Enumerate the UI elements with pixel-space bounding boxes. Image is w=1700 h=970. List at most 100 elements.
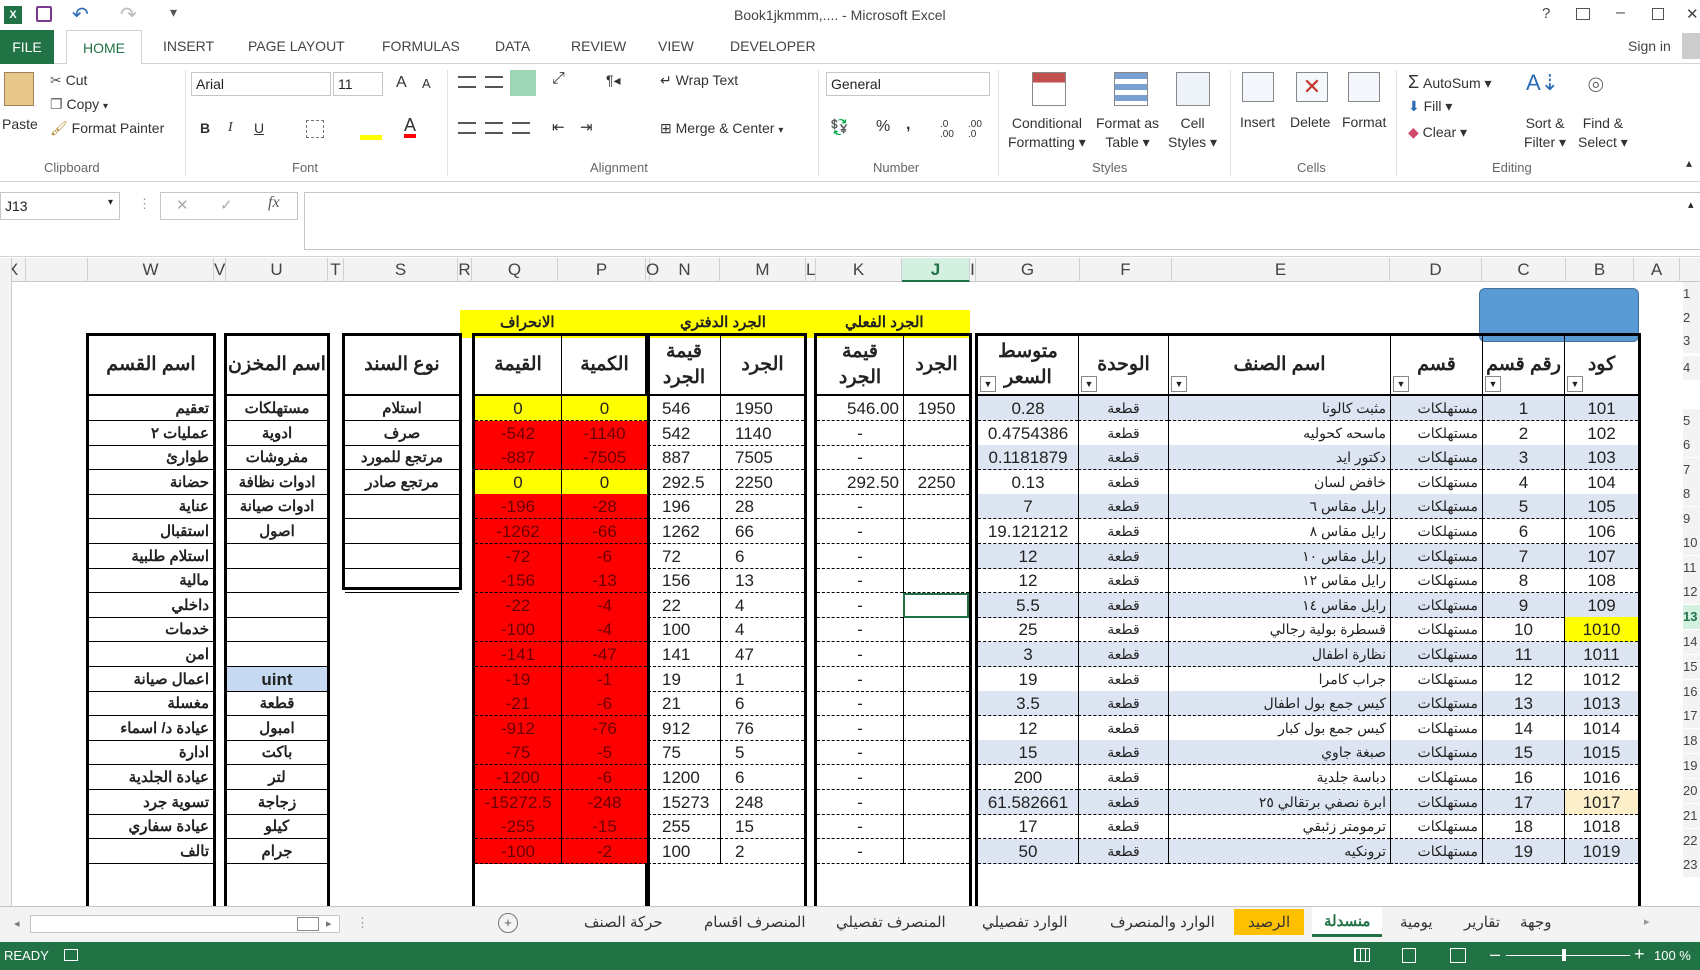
book-table-cell[interactable]: 28 <box>720 494 804 520</box>
file-tab[interactable]: FILE <box>0 30 54 64</box>
paste-icon[interactable] <box>4 72 34 106</box>
deviation-table-cell[interactable]: -5 <box>561 740 647 766</box>
deviation-table-cell[interactable]: -1 <box>561 666 647 692</box>
cell-styles-icon[interactable] <box>1176 72 1210 106</box>
book-table-cell[interactable]: 912 <box>648 716 720 741</box>
items-table-cell[interactable]: مستهلكات <box>1390 666 1482 692</box>
tab-data[interactable]: DATA <box>495 38 530 54</box>
items-table-cell[interactable]: 1018 <box>1564 814 1638 840</box>
book-table-cell[interactable]: 6 <box>720 765 804 790</box>
zoom-out-icon[interactable]: – <box>1490 944 1500 965</box>
col-header-f[interactable]: F <box>1080 258 1172 282</box>
redo-icon[interactable]: ↷ <box>120 2 137 27</box>
department-cell[interactable]: حضانة <box>89 470 213 495</box>
deviation-table-cell[interactable]: -2 <box>561 838 647 864</box>
deviation-table-cell[interactable]: -6 <box>561 765 647 790</box>
items-table-cell[interactable]: 106 <box>1564 519 1638 544</box>
items-table-cell[interactable]: قطعة <box>1078 642 1168 667</box>
col-header-s[interactable]: S <box>344 258 458 282</box>
items-table-cell[interactable]: ابرة نصفي برتقالي ٢٥ <box>1168 789 1390 815</box>
items-table-cell[interactable]: 107 <box>1564 543 1638 569</box>
department-cell[interactable]: عناية <box>89 494 213 520</box>
items-table-cell[interactable]: صبغة جاوي <box>1168 740 1390 766</box>
conditional-formatting-icon[interactable] <box>1032 72 1066 106</box>
items-table-cell[interactable]: مستهلكات <box>1390 420 1482 446</box>
items-table-cell[interactable]: 3.5 <box>978 691 1078 717</box>
items-table-cell[interactable]: ترمومتر زئبقي <box>1168 814 1390 840</box>
items-table-cell[interactable]: 7 <box>978 494 1078 520</box>
accounting-format-icon[interactable]: 💱 <box>830 118 849 136</box>
page-break-view-icon[interactable] <box>1450 948 1466 963</box>
book-table-cell[interactable]: 887 <box>648 445 720 471</box>
actual-table-cell[interactable]: - <box>817 790 903 815</box>
formula-input[interactable] <box>304 192 1700 250</box>
book-table-cell[interactable]: 100 <box>648 617 720 643</box>
col-header-u[interactable]: U <box>226 258 328 282</box>
book-table-cell[interactable]: 47 <box>720 642 804 667</box>
items-table-cell[interactable]: مستهلكات <box>1390 445 1482 471</box>
left-edge-scroll[interactable] <box>0 258 12 906</box>
deviation-table-cell[interactable]: -887 <box>475 445 561 471</box>
items-table-cell[interactable]: مستهلكات <box>1390 789 1482 815</box>
book-table-cell[interactable]: 292.5 <box>648 470 720 495</box>
col-header-t[interactable]: T <box>328 258 344 282</box>
sheet-tab[interactable]: تقارير <box>1464 913 1500 931</box>
expand-formula-icon[interactable]: ▴ <box>1688 198 1694 211</box>
row-header[interactable]: 15 <box>1683 655 1700 679</box>
row-header[interactable]: 16 <box>1683 680 1700 704</box>
items-table-cell[interactable]: جراب كامرا <box>1168 666 1390 692</box>
book-table-cell[interactable]: 546 <box>648 396 720 421</box>
items-table-cell[interactable]: 12 <box>978 543 1078 569</box>
increase-indent-icon[interactable]: ⇥ <box>580 118 593 136</box>
deviation-table-cell[interactable]: -28 <box>561 494 647 520</box>
deviation-table-cell[interactable]: -196 <box>475 494 561 520</box>
copy-button[interactable]: ❐ Copy ▾ <box>50 96 108 113</box>
department-cell[interactable]: خدمات <box>89 617 213 643</box>
align-left-icon[interactable] <box>458 122 476 134</box>
items-table-cell[interactable]: خافض لسان <box>1168 469 1390 495</box>
items-table-cell[interactable]: 19.121212 <box>978 519 1078 544</box>
book-table-cell[interactable]: 21 <box>648 691 720 717</box>
department-cell[interactable]: امن <box>89 642 213 667</box>
items-table-cell[interactable]: 1011 <box>1564 642 1638 667</box>
items-table-cell[interactable]: 5.5 <box>978 592 1078 618</box>
items-table-cell[interactable]: قطعة <box>1078 568 1168 594</box>
find-select-button[interactable]: Find & Select ▾ <box>1578 114 1628 152</box>
row-header[interactable]: 14 <box>1683 630 1700 654</box>
department-cell[interactable]: مغسلة <box>89 691 213 717</box>
tab-formulas[interactable]: FORMULAS <box>382 38 460 54</box>
col-header-e[interactable]: E <box>1172 258 1390 282</box>
sheet-tab[interactable]: الوارد تفصيلي <box>982 913 1068 931</box>
align-bottom-icon[interactable] <box>510 70 536 96</box>
actual-table-cell[interactable] <box>903 420 969 446</box>
insert-function-icon[interactable]: fx <box>268 194 280 212</box>
items-table-cell[interactable]: 50 <box>978 838 1078 864</box>
scroll-right-icon[interactable]: ▸ <box>326 917 332 930</box>
items-table-cell[interactable]: قطعة <box>1078 814 1168 840</box>
items-table-cell[interactable]: 25 <box>978 617 1078 643</box>
store-cell[interactable]: ادوات نظافة <box>227 470 327 495</box>
col-header-q[interactable]: Q <box>472 258 558 282</box>
items-table-cell[interactable]: قسطرة بولية رجالي <box>1168 617 1390 643</box>
items-table-cell[interactable]: كيس جمع بول كبار <box>1168 715 1390 741</box>
items-table-cell[interactable]: مستهلكات <box>1390 519 1482 544</box>
book-table-cell[interactable]: 72 <box>648 544 720 569</box>
deviation-table-cell[interactable]: 0 <box>475 396 561 421</box>
format-cells-icon[interactable] <box>1348 72 1380 102</box>
close-button[interactable]: ✕ <box>1686 5 1699 23</box>
book-table-cell[interactable]: 248 <box>720 789 804 815</box>
actual-table-cell[interactable] <box>903 691 969 717</box>
items-table-cell[interactable]: 61.582661 <box>978 789 1078 815</box>
deviation-table-cell[interactable]: -4 <box>561 592 647 618</box>
row-header[interactable]: 9 <box>1683 507 1700 531</box>
font-size-select[interactable]: 11 <box>333 72 383 96</box>
sheet-tab[interactable]: وجهة <box>1520 913 1551 931</box>
font-name-select[interactable]: Arial <box>191 72 331 96</box>
items-table-cell[interactable]: مستهلكات <box>1390 543 1482 569</box>
col-header-m[interactable]: M <box>720 258 806 282</box>
department-cell[interactable]: تالف <box>89 839 213 864</box>
decrease-indent-icon[interactable]: ⇤ <box>552 118 565 136</box>
actual-table-cell[interactable] <box>903 494 969 520</box>
deviation-table-cell[interactable]: -141 <box>475 642 561 667</box>
underline-button[interactable]: U <box>254 120 264 136</box>
